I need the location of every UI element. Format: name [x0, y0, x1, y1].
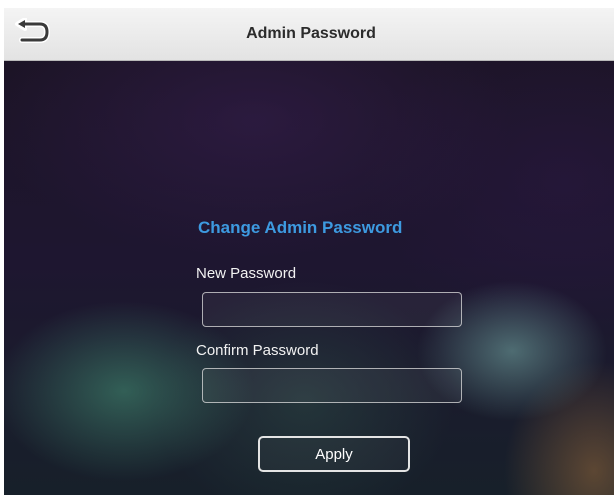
- page-title: Admin Password: [246, 25, 376, 42]
- password-form-panel: Change Admin Password New Password Confi…: [4, 61, 614, 495]
- new-password-input[interactable]: [202, 292, 462, 327]
- apply-button[interactable]: Apply: [258, 436, 410, 472]
- confirm-password-input[interactable]: [202, 368, 462, 403]
- device-screen: Admin Password Change Admin Password New…: [4, 8, 614, 495]
- new-password-label: New Password: [196, 265, 297, 282]
- title-bar: Admin Password: [4, 8, 614, 61]
- confirm-password-label: Confirm Password: [196, 342, 319, 359]
- form-heading: Change Admin Password: [198, 218, 403, 237]
